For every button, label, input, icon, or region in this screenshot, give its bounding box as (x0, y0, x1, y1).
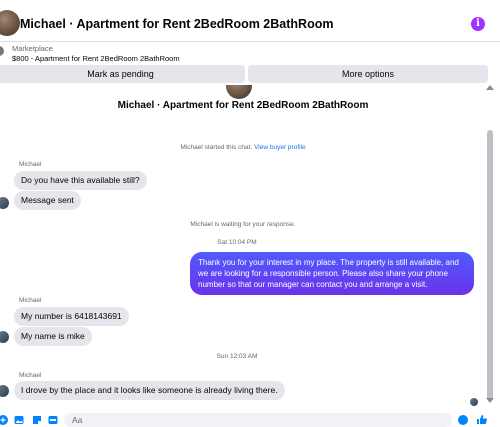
outgoing-message-bubble[interactable]: Thank you for your interest in my place.… (190, 252, 474, 295)
scroll-up-arrow-icon[interactable] (486, 85, 494, 90)
photo-icon[interactable] (14, 415, 24, 425)
marketplace-label: Marketplace (12, 44, 53, 53)
message-input[interactable]: Aa (64, 413, 452, 427)
chat-started-notice: Michael started this chat. View buyer pr… (0, 144, 486, 151)
scroll-down-arrow-icon[interactable] (486, 398, 494, 403)
contact-avatar[interactable] (0, 10, 20, 36)
sender-name: Michael (19, 161, 42, 168)
message-bubble[interactable]: My name is mike (14, 327, 92, 346)
more-options-button[interactable]: More options (248, 65, 488, 83)
plus-icon[interactable] (0, 415, 8, 425)
marketplace-listing[interactable]: Marketplace $800 - Apartment for Rent 2B… (0, 43, 500, 65)
waiting-notice: Michael is waiting for your response. (190, 221, 296, 228)
message-bubble[interactable]: Do you have this available still? (14, 171, 147, 190)
sender-avatar (0, 331, 9, 343)
timestamp: Sat 10:04 PM (217, 239, 257, 246)
conversation-title: Michael · Apartment for Rent 2BedRoom 2B… (117, 100, 369, 111)
chat-header-title[interactable]: Michael · Apartment for Rent 2BedRoom 2B… (20, 17, 333, 31)
listing-price-title: $800 - Apartment for Rent 2BedRoom 2Bath… (12, 54, 180, 63)
scrollbar-thumb[interactable] (487, 130, 493, 400)
chat-started-text: Michael started this chat. (180, 144, 253, 151)
sender-avatar (0, 385, 9, 397)
message-bubble[interactable]: Message sent (14, 191, 81, 210)
message-list: Michael · Apartment for Rent 2BedRoom 2B… (0, 85, 490, 410)
mark-as-pending-button[interactable]: Mark as pending (0, 65, 245, 83)
emoji-icon[interactable] (458, 415, 468, 425)
gif-icon[interactable] (48, 415, 58, 425)
conversation-avatar (226, 85, 252, 99)
message-bubble[interactable]: My number is 6418143691 (14, 307, 129, 326)
scrollbar[interactable] (486, 85, 494, 405)
sender-name: Michael (19, 297, 42, 304)
composer-bar: Aa (0, 412, 500, 427)
sticker-icon[interactable] (32, 415, 42, 425)
sender-name: Michael (19, 372, 42, 379)
message-bubble[interactable]: I drove by the place and it looks like s… (14, 381, 285, 400)
chat-window: Michael · Apartment for Rent 2BedRoom 2B… (0, 0, 500, 427)
view-buyer-profile-link[interactable]: View buyer profile (254, 144, 306, 151)
seen-avatar (470, 398, 478, 406)
chat-header: Michael · Apartment for Rent 2BedRoom 2B… (0, 8, 500, 42)
sender-avatar (0, 197, 9, 209)
info-icon[interactable]: i (471, 17, 485, 31)
timestamp: Sun 12:03 AM (216, 353, 258, 360)
listing-thumbnail (0, 46, 4, 56)
like-icon[interactable] (476, 414, 487, 427)
